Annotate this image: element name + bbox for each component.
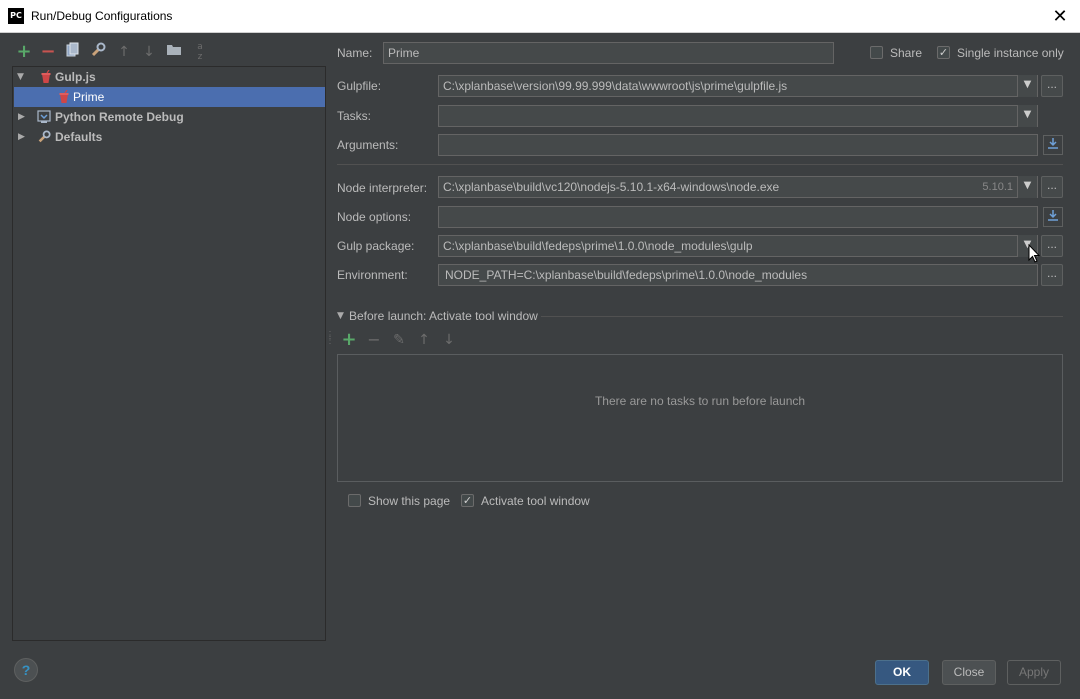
gulp-icon bbox=[40, 69, 52, 84]
gulpfile-combo[interactable]: C:\xplanbase\version\99.99.999\data\wwwr… bbox=[438, 75, 1038, 97]
empty-tasks-message: There are no tasks to run before launch bbox=[594, 394, 806, 408]
before-launch-collapse-arrow-icon[interactable]: ▼ bbox=[337, 311, 344, 321]
expand-arrow-icon[interactable]: ▼ bbox=[17, 67, 24, 87]
configuration-tree[interactable]: ▼ Gulp.js Prime ▶ Python Remote Debug ▶ … bbox=[12, 66, 326, 641]
copy-configuration-button[interactable] bbox=[63, 42, 83, 62]
gulp-package-value: C:\xplanbase\build\fedeps\prime\1.0.0\no… bbox=[443, 239, 753, 253]
before-launch-move-down-button[interactable]: ↓ bbox=[439, 330, 459, 350]
collapsed-arrow-icon[interactable]: ▶ bbox=[18, 127, 25, 147]
edit-defaults-button[interactable] bbox=[88, 42, 108, 62]
tree-item-prime[interactable]: Prime bbox=[14, 87, 325, 107]
tree-item-label: Python Remote Debug bbox=[55, 110, 184, 124]
arguments-label: Arguments: bbox=[337, 138, 399, 152]
gulpfile-label: Gulpfile: bbox=[337, 79, 382, 93]
node-interpreter-label: Node interpreter: bbox=[337, 181, 428, 195]
close-button[interactable]: Close bbox=[942, 660, 996, 685]
apply-button[interactable]: Apply bbox=[1007, 660, 1061, 685]
collapsed-arrow-icon[interactable]: ▶ bbox=[18, 107, 25, 127]
gulp-package-label: Gulp package: bbox=[337, 239, 415, 253]
splitter-handle-icon[interactable]: ⋮ ⋮ bbox=[325, 331, 335, 346]
tasks-label: Tasks: bbox=[337, 109, 372, 123]
wrench-icon bbox=[37, 130, 51, 144]
move-down-button[interactable]: ↓ bbox=[139, 42, 159, 62]
gulp-icon bbox=[58, 89, 70, 104]
tree-item-label: Prime bbox=[73, 90, 105, 104]
section-separator bbox=[337, 164, 1063, 165]
tree-item-label: Gulp.js bbox=[55, 70, 96, 84]
expand-field-icon bbox=[1048, 210, 1058, 221]
single-instance-checkbox[interactable]: ✓ bbox=[937, 46, 950, 59]
node-options-expand-button[interactable] bbox=[1043, 207, 1063, 227]
node-interpreter-value: C:\xplanbase\build\vc120\nodejs-5.10.1-x… bbox=[443, 180, 780, 194]
close-window-button[interactable]: ✕ bbox=[1046, 4, 1074, 28]
move-up-button[interactable]: ↑ bbox=[114, 42, 134, 62]
wrench-icon bbox=[91, 42, 106, 57]
before-launch-edit-button[interactable]: ✎ bbox=[389, 330, 409, 350]
node-version-label: 5.10.1 bbox=[982, 181, 1013, 193]
tree-item-label: Defaults bbox=[55, 130, 103, 144]
tree-item-gulpjs[interactable]: ▼ Gulp.js bbox=[14, 67, 325, 87]
window-title: Run/Debug Configurations bbox=[31, 9, 173, 23]
add-configuration-button[interactable]: + bbox=[14, 42, 34, 62]
expand-field-icon bbox=[1048, 138, 1058, 149]
help-button[interactable]: ? bbox=[14, 658, 38, 682]
sort-button[interactable]: az bbox=[190, 42, 210, 62]
tasks-dropdown-arrow[interactable]: ▼ bbox=[1017, 105, 1037, 127]
before-launch-separator bbox=[541, 316, 1063, 317]
gulpfile-browse-button[interactable]: ... bbox=[1041, 75, 1063, 97]
show-this-page-label: Show this page bbox=[368, 494, 451, 508]
sort-az-icon: az bbox=[197, 42, 203, 62]
node-interpreter-browse-button[interactable]: ... bbox=[1041, 176, 1063, 198]
share-label: Share bbox=[890, 46, 923, 60]
create-folder-button[interactable] bbox=[164, 42, 184, 62]
pycharm-app-icon: PC bbox=[8, 8, 24, 24]
node-options-input[interactable] bbox=[438, 206, 1038, 228]
gulp-package-browse-button[interactable]: ... bbox=[1041, 235, 1063, 257]
name-input[interactable]: Prime bbox=[383, 42, 834, 64]
environment-label: Environment: bbox=[337, 268, 408, 282]
environment-input[interactable]: NODE_PATH=C:\xplanbase\build\fedeps\prim… bbox=[438, 264, 1038, 286]
activate-tool-window-label: Activate tool window bbox=[481, 494, 590, 508]
tree-item-python-remote-debug[interactable]: ▶ Python Remote Debug bbox=[14, 107, 325, 127]
title-bar: PC Run/Debug Configurations ✕ bbox=[0, 0, 1080, 33]
arguments-expand-button[interactable] bbox=[1043, 135, 1063, 155]
node-interpreter-combo[interactable]: C:\xplanbase\build\vc120\nodejs-5.10.1-x… bbox=[438, 176, 1038, 198]
before-launch-task-list[interactable]: There are no tasks to run before launch bbox=[337, 354, 1063, 482]
ok-button[interactable]: OK bbox=[875, 660, 929, 685]
environment-browse-button[interactable]: ... bbox=[1041, 264, 1063, 286]
tasks-combo[interactable] bbox=[438, 105, 1038, 127]
single-instance-label: Single instance only bbox=[957, 46, 1064, 60]
share-checkbox[interactable] bbox=[870, 46, 883, 59]
before-launch-remove-button[interactable]: − bbox=[364, 330, 384, 350]
before-launch-title[interactable]: Before launch: Activate tool window bbox=[349, 309, 538, 323]
gulp-package-combo[interactable]: C:\xplanbase\build\fedeps\prime\1.0.0\no… bbox=[438, 235, 1038, 257]
show-this-page-checkbox[interactable] bbox=[348, 494, 361, 507]
gulpfile-value: C:\xplanbase\version\99.99.999\data\wwwr… bbox=[443, 79, 788, 93]
python-remote-icon bbox=[37, 110, 51, 124]
copy-icon bbox=[66, 42, 79, 57]
folder-icon bbox=[167, 45, 181, 55]
name-label: Name: bbox=[337, 46, 373, 60]
activate-tool-window-checkbox[interactable]: ✓ bbox=[461, 494, 474, 507]
mouse-cursor-icon bbox=[1028, 244, 1040, 263]
before-launch-add-button[interactable]: + bbox=[339, 330, 359, 350]
tree-item-defaults[interactable]: ▶ Defaults bbox=[14, 127, 325, 147]
node-options-label: Node options: bbox=[337, 210, 412, 224]
before-launch-move-up-button[interactable]: ↑ bbox=[414, 330, 434, 350]
node-interpreter-dropdown-arrow[interactable]: ▼ bbox=[1017, 176, 1037, 198]
remove-configuration-button[interactable]: − bbox=[38, 42, 58, 62]
arguments-input[interactable] bbox=[438, 134, 1038, 156]
gulpfile-dropdown-arrow[interactable]: ▼ bbox=[1017, 75, 1037, 97]
